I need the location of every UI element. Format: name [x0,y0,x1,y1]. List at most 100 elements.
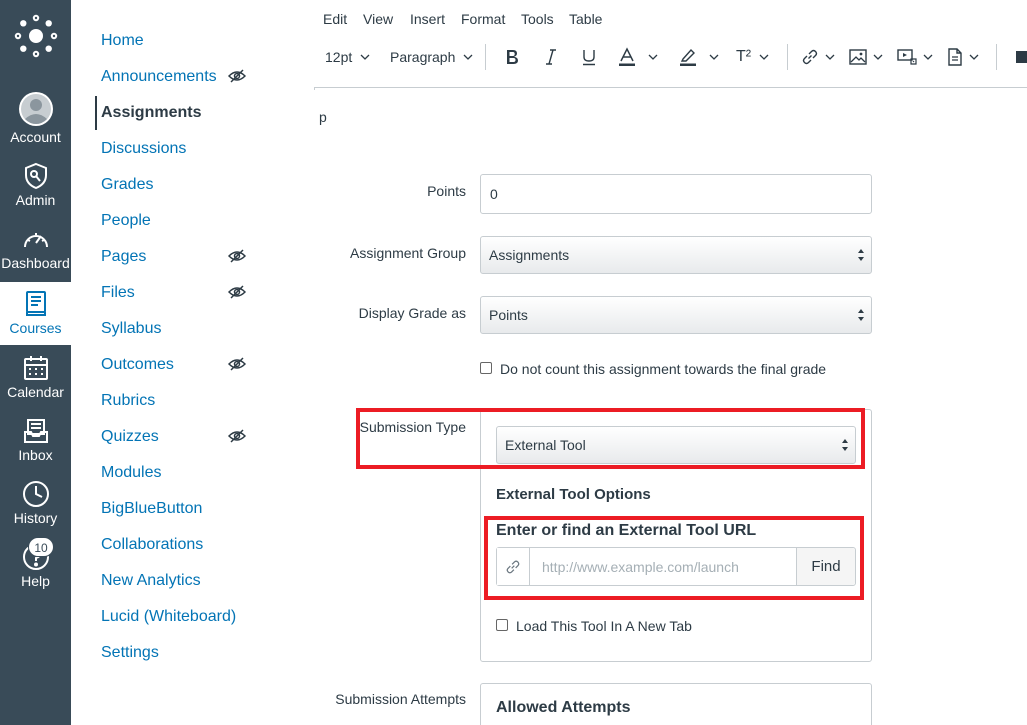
course-navigation: Home Announcements Assignments Discussio… [71,0,311,725]
toolbar-divider [996,44,997,70]
course-nav-assignments[interactable]: Assignments [101,101,201,125]
global-nav-admin[interactable]: Admin [0,153,71,216]
load-new-tab-checkbox[interactable] [496,619,508,631]
link-button[interactable] [801,42,835,72]
allowed-attempts-heading: Allowed Attempts [496,699,631,716]
course-nav-syllabus[interactable]: Syllabus [101,317,161,341]
global-nav-history[interactable]: History [0,471,71,534]
bold-icon [507,50,518,64]
display-grade-select[interactable]: Points [480,296,872,334]
hidden-eye-icon [228,429,246,443]
menu-format[interactable]: Format [461,11,505,27]
load-new-tab-label: Load This Tool In A New Tab [516,618,692,634]
superscript-button[interactable]: T² [736,42,769,72]
toolbar-divider [787,44,788,70]
global-nav-label: Dashboard [1,255,70,271]
global-nav-label: Admin [15,192,56,208]
link-icon [802,49,818,65]
rich-text-editor: Edit View Insert Format Tools Table 12pt… [311,0,1027,95]
display-grade-value: Points [489,307,528,323]
course-nav-files[interactable]: Files [101,281,135,305]
underline-icon [583,50,595,66]
course-nav-lucid-whiteboard[interactable]: Lucid (Whiteboard) [101,605,236,629]
menu-edit[interactable]: Edit [323,11,347,27]
course-nav-discussions[interactable]: Discussions [101,137,186,161]
calendar-icon [0,351,71,385]
more-tools-button[interactable] [1014,42,1027,72]
course-nav-rubrics[interactable]: Rubrics [101,389,155,413]
menu-tools[interactable]: Tools [521,11,554,27]
course-nav-announcements[interactable]: Announcements [101,65,217,89]
course-nav-new-analytics[interactable]: New Analytics [101,569,201,593]
global-nav-label: Inbox [18,447,53,463]
font-size-select[interactable]: 12pt [325,42,370,72]
global-nav-calendar[interactable]: Calendar [0,345,71,408]
global-nav-help[interactable]: 10 Help [0,534,71,597]
toolbar-divider [485,44,486,70]
text-color-icon [619,47,635,66]
assignment-group-select[interactable]: Assignments [480,236,872,274]
inbox-icon [0,414,71,448]
block-format-select[interactable]: Paragraph [390,42,473,72]
chevron-down-icon [648,54,658,60]
chevron-down-icon [969,54,979,60]
menu-view[interactable]: View [363,11,393,27]
course-nav-pages[interactable]: Pages [101,245,146,269]
bold-button[interactable] [504,42,520,72]
course-nav-modules[interactable]: Modules [101,461,161,485]
clock-icon [0,477,71,511]
course-nav-bigbluebutton[interactable]: BigBlueButton [101,497,202,521]
course-nav-outcomes[interactable]: Outcomes [101,353,174,377]
course-nav-quizzes[interactable]: Quizzes [101,425,159,449]
global-nav-inbox[interactable]: Inbox [0,408,71,471]
canvas-logo-icon[interactable] [0,14,71,70]
points-label: Points [427,183,466,199]
font-size-value: 12pt [325,49,353,65]
highlighter-icon [680,48,696,66]
submission-type-highlight [356,408,865,469]
chevron-down-icon [463,54,473,60]
select-arrows-icon [858,309,864,321]
italic-icon [546,49,556,65]
notification-badge: 10 [28,537,54,557]
hidden-eye-icon [228,249,246,263]
course-nav-collaborations[interactable]: Collaborations [101,533,203,557]
exclude-final-grade-checkbox[interactable] [480,362,492,374]
italic-button[interactable] [544,42,558,72]
course-nav-home[interactable]: Home [101,29,144,53]
chevron-down-icon [709,54,719,60]
book-icon [0,286,71,320]
underline-button[interactable] [581,42,597,72]
global-nav-label: Courses [9,320,62,336]
course-nav-grades[interactable]: Grades [101,173,153,197]
document-button[interactable] [947,42,979,72]
menu-table[interactable]: Table [569,11,602,27]
text-color-button[interactable] [618,42,658,72]
hidden-eye-icon [228,69,246,83]
chevron-down-icon [825,54,835,60]
editor-element-path[interactable]: p [319,109,327,125]
image-button[interactable] [849,42,883,72]
submission-attempts-label: Submission Attempts [335,691,466,707]
menu-insert[interactable]: Insert [410,11,445,27]
hidden-eye-icon [228,357,246,371]
global-nav-label: History [13,510,58,526]
points-input[interactable] [480,174,872,214]
shield-icon [0,159,71,193]
course-nav-people[interactable]: People [101,209,151,233]
assignment-group-value: Assignments [489,247,570,263]
highlight-color-button[interactable] [679,42,719,72]
global-nav-label: Help [21,573,50,589]
global-nav-account[interactable]: Account [0,90,71,153]
user-avatar-icon [0,92,71,126]
course-nav-settings[interactable]: Settings [101,641,159,665]
superscript-icon: T² [736,48,752,65]
external-tool-url-highlight [484,516,864,600]
global-nav-courses[interactable]: Courses [0,282,71,345]
media-button[interactable] [897,42,933,72]
chevron-down-icon [873,54,883,60]
embed-icon [1016,51,1027,63]
hidden-eye-icon [228,285,246,299]
global-nav-dashboard[interactable]: Dashboard [0,216,71,279]
chevron-down-icon [923,54,933,60]
